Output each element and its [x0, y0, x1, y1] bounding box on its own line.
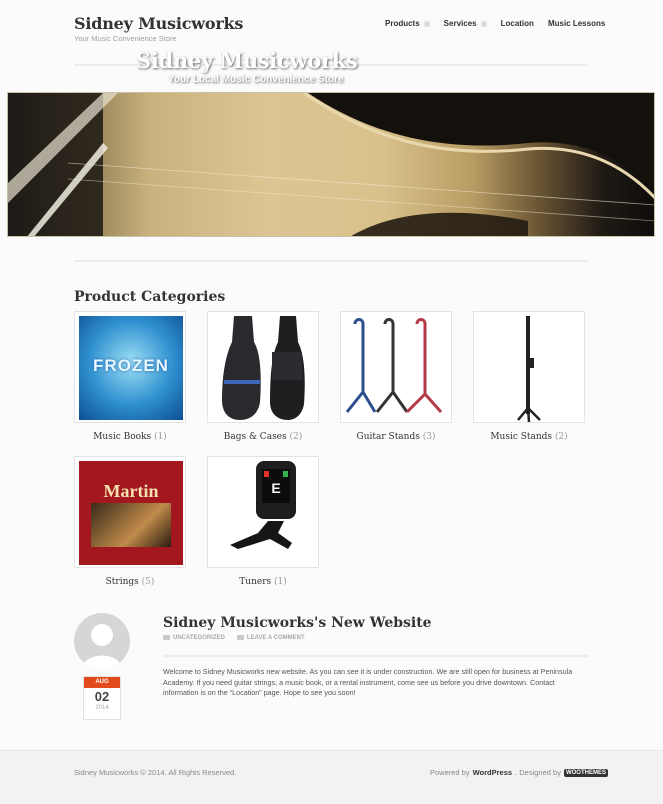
clip-tuner-image[interactable]: E [207, 456, 319, 568]
music-stand-icon [517, 316, 541, 422]
category-name: Guitar Stands [356, 432, 420, 442]
guitar-stands-image[interactable] [340, 311, 452, 423]
nav-item-label: Music Lessons [547, 19, 606, 28]
category-guitar-stands[interactable]: Guitar Stands (3) [340, 311, 452, 442]
post-comment-label: LEAVE A COMMENT [246, 635, 305, 642]
post-date-badge: AUG 02 2014 [83, 676, 121, 720]
date-year: 2014 [95, 705, 109, 711]
nav-item-location[interactable]: Location [501, 19, 534, 28]
wordpress-link[interactable]: WordPress [473, 768, 512, 777]
frozen-book-image[interactable]: FROZEN [74, 311, 186, 423]
site-title[interactable]: Sidney Musicworks [74, 14, 243, 33]
nav-item-music-lessons[interactable]: Music Lessons [548, 19, 605, 28]
category-name: Strings [105, 577, 139, 587]
category-music-books[interactable]: FROZEN Music Books (1) [74, 311, 186, 442]
guitar-bags-image[interactable] [207, 311, 319, 423]
date-day: 02 [94, 689, 110, 704]
category-count: (1) [273, 577, 287, 587]
guitar-bag-icon [222, 316, 305, 420]
nav-item-label: Services [443, 19, 477, 28]
footer-credits: Powered by WordPress. Designed by WOOTHE… [430, 768, 608, 777]
comment-icon [236, 635, 244, 640]
content-divider [74, 260, 588, 262]
category-count: (1) [154, 432, 167, 442]
svg-text:E: E [271, 480, 280, 496]
category-name: Music Stands [490, 432, 553, 442]
category-count: (2) [554, 432, 568, 442]
music-stand-image[interactable] [473, 311, 585, 423]
post-divider [163, 655, 588, 657]
woothemes-logo[interactable]: WOOTHEMES [563, 768, 608, 777]
main-nav: Products Services Location Music Lessons [385, 19, 605, 28]
dropdown-indicator-icon [423, 20, 430, 27]
category-count: (2) [289, 432, 303, 442]
nav-item-products[interactable]: Products [385, 19, 430, 28]
category-name: Bags & Cases [223, 432, 287, 442]
footer-designed-prefix: . Designed by [515, 768, 561, 777]
site-tagline: Your Music Convenience Store [74, 34, 177, 43]
category-count: (3) [422, 432, 436, 442]
dropdown-indicator-icon [480, 20, 487, 27]
footer-copyright: Sidney Musicworks © 2014. All Rights Res… [74, 768, 237, 777]
post-body: Welcome to Sidney Musicworks new website… [163, 667, 573, 697]
date-month: AUG [84, 677, 120, 688]
guitar-stand-icon [345, 318, 443, 414]
post-category: UNCATEGORIZED [173, 635, 225, 642]
categories-heading: Product Categories [74, 289, 226, 305]
clip-tuner-icon: E [230, 461, 296, 549]
footer-powered-prefix: Powered by [430, 768, 470, 777]
hero-subtitle: Your Local Music Convenience Store [168, 74, 344, 85]
post-comment-link[interactable]: LEAVE A COMMENT [236, 635, 305, 642]
category-name: Music Books [93, 432, 152, 442]
nav-item-services[interactable]: Services [444, 19, 487, 28]
category-strings[interactable]: Martin Strings (5) [74, 456, 186, 587]
nav-item-label: Location [500, 19, 534, 28]
folder-icon [163, 635, 170, 640]
martin-strings-image[interactable]: Martin [74, 456, 186, 568]
author-avatar [74, 613, 130, 669]
category-count: (5) [141, 577, 155, 587]
post-category-link[interactable]: UNCATEGORIZED [163, 635, 225, 641]
category-tuners[interactable]: E Tuners (1) [207, 456, 319, 587]
site-footer [0, 750, 663, 804]
post-title[interactable]: Sidney Musicworks's New Website [163, 615, 432, 631]
guitar-photo-icon [8, 93, 654, 236]
category-bags-cases[interactable]: Bags & Cases (2) [207, 311, 319, 442]
nav-item-label: Products [385, 19, 420, 28]
category-name: Tuners [239, 577, 272, 587]
hero-banner [7, 92, 655, 237]
user-silhouette-icon [82, 624, 122, 669]
post-meta: UNCATEGORIZED LEAVE A COMMENT [163, 635, 305, 641]
hero-title: Sidney Musicworks [136, 48, 358, 73]
category-music-stands[interactable]: Music Stands (2) [473, 311, 585, 442]
